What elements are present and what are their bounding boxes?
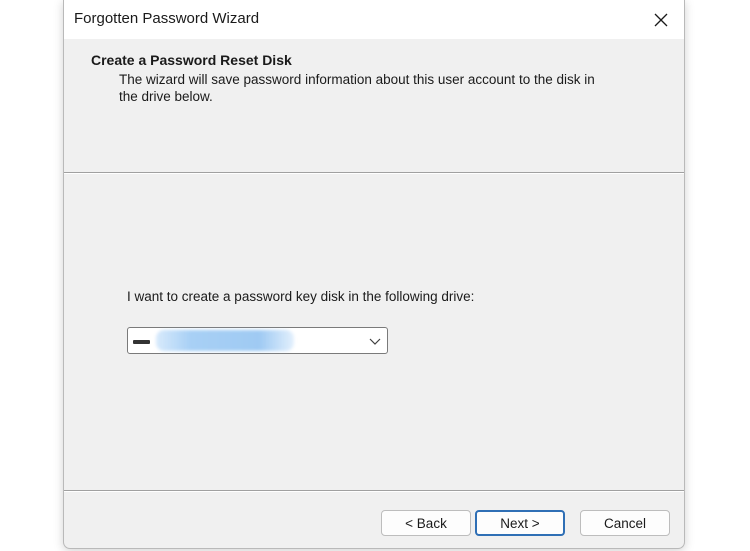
cancel-button-label: Cancel <box>603 515 647 531</box>
title-bar: Forgotten Password Wizard <box>64 0 684 39</box>
back-button-label: < Back <box>405 515 447 531</box>
wizard-header: Create a Password Reset Disk The wizard … <box>64 39 684 172</box>
close-icon <box>654 13 668 26</box>
cancel-button[interactable]: Cancel <box>580 510 670 536</box>
drive-selected-value <box>156 330 294 351</box>
wizard-body: I want to create a password key disk in … <box>64 174 684 489</box>
chevron-down-icon <box>369 338 381 345</box>
next-button-label: Next > <box>500 515 540 531</box>
page-title: Create a Password Reset Disk <box>91 52 292 68</box>
drive-label: I want to create a password key disk in … <box>127 289 475 304</box>
page-description: The wizard will save password informatio… <box>119 72 595 104</box>
next-button[interactable]: Next > <box>475 510 565 536</box>
close-button[interactable] <box>638 0 684 39</box>
wizard-window: Forgotten Password Wizard Create a Passw… <box>63 0 685 549</box>
drive-icon <box>133 340 150 344</box>
window-title: Forgotten Password Wizard <box>74 10 260 27</box>
footer-divider <box>64 490 684 492</box>
back-button[interactable]: < Back <box>381 510 471 536</box>
drive-dropdown[interactable] <box>127 327 388 354</box>
